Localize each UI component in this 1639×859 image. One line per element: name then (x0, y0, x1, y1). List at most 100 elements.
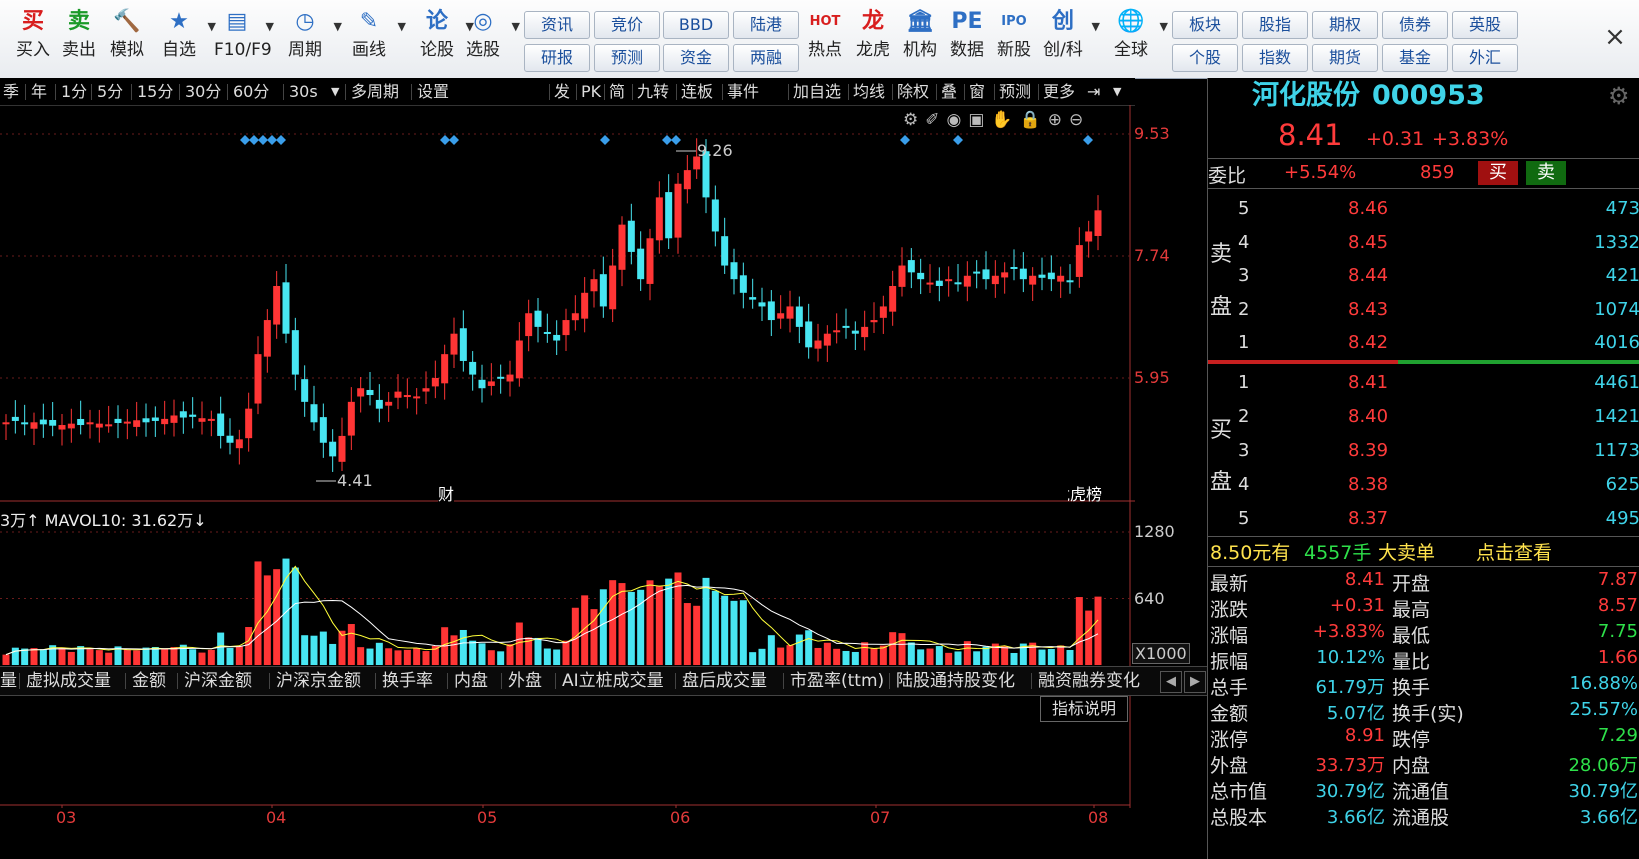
chevron-down-icon[interactable]: ▼ (398, 20, 406, 33)
period-right-12[interactable]: 更多 (1040, 78, 1078, 105)
period-right-10[interactable]: 窗 (966, 78, 988, 105)
period-9[interactable]: 设置 (414, 78, 452, 105)
indicator-tab-8[interactable]: AI立桩成交量 (562, 667, 664, 695)
indicator-tab-1[interactable]: 虚拟成交量 (26, 667, 111, 695)
indicator-tab-12[interactable]: 融资融券变化 (1038, 667, 1140, 695)
indicator-tab-6[interactable]: 内盘 (454, 667, 488, 695)
event-marker[interactable] (953, 135, 963, 145)
indicator-tab-7[interactable]: 外盘 (508, 667, 542, 695)
period-right-5[interactable]: 事件 (724, 78, 762, 105)
chevron-down-icon[interactable]: ▼ (1110, 78, 1124, 105)
indicator-tab-0[interactable]: 量 (0, 667, 17, 695)
period-right-4[interactable]: 连板 (678, 78, 716, 105)
period-1[interactable]: 年 (28, 78, 50, 105)
big-order-view-link[interactable]: 点击查看 (1476, 538, 1552, 565)
bid-price[interactable]: 8.38 (1348, 474, 1388, 495)
global-tool[interactable]: 🌐 全球 ▼ (1108, 4, 1168, 60)
finance-marker[interactable]: 财 (438, 481, 455, 505)
event-marker[interactable] (1083, 135, 1093, 145)
buy-tool[interactable]: 买买入 (10, 4, 56, 60)
ask-price[interactable]: 8.46 (1348, 198, 1388, 219)
discuss-tool[interactable]: 论论股 ▼ (414, 4, 474, 60)
btn-2-bottom[interactable]: 资金 (663, 44, 729, 72)
settings-icon[interactable]: ⚙ (903, 110, 925, 130)
institution-tool[interactable]: 🏛 机构 (897, 4, 943, 60)
event-marker[interactable] (258, 135, 268, 145)
indicator-tab-3[interactable]: 沪深金额 (184, 667, 252, 695)
period-6[interactable]: 60分 (230, 78, 272, 105)
market-btn-3-bottom[interactable]: 基金 (1382, 44, 1448, 72)
chart-area[interactable] (0, 105, 1135, 808)
period-right-0[interactable]: 发 (551, 78, 573, 105)
period-0[interactable]: 季 (0, 78, 22, 105)
dragon-tiger-marker[interactable]: 龙虎榜 (1068, 481, 1102, 505)
event-marker[interactable] (600, 135, 610, 145)
period-4[interactable]: 15分 (134, 78, 176, 105)
bid-price[interactable]: 8.37 (1348, 508, 1388, 529)
pen-icon[interactable]: ✐ (925, 110, 946, 130)
indicator-tab-10[interactable]: 市盈率(ttm) (790, 667, 884, 695)
event-marker[interactable] (240, 135, 250, 145)
period-8[interactable]: 多周期 (348, 78, 402, 105)
bid-price[interactable]: 8.40 (1348, 406, 1388, 427)
hot-tool[interactable]: HOT 热点 (802, 4, 848, 60)
stock-pick-tool[interactable]: ◎ 选股 ▼ (460, 4, 520, 60)
btn-1-bottom[interactable]: 预测 (594, 44, 660, 72)
zoom-out-icon[interactable]: ⊖ (1069, 110, 1090, 130)
indicator-tab-5[interactable]: 换手率 (382, 667, 433, 695)
event-marker[interactable] (900, 135, 910, 145)
gem-tool[interactable]: 创创/科 ▼ (1040, 4, 1100, 60)
event-marker[interactable] (440, 135, 450, 145)
hand-icon[interactable]: ✋ (991, 110, 1019, 130)
zoom-in-icon[interactable]: ⊕ (1048, 110, 1069, 130)
market-btn-1-bottom[interactable]: 指数 (1242, 44, 1308, 72)
event-marker[interactable] (276, 135, 286, 145)
lock-icon[interactable]: 🔒 (1020, 110, 1048, 130)
watchlist-tool[interactable]: ★ 自选 ▼ (156, 4, 216, 60)
simulate-tool[interactable]: 🔨 模拟 (104, 4, 150, 60)
chevron-down-icon[interactable]: ▼ (334, 20, 342, 33)
period-right-7[interactable]: 均线 (850, 78, 888, 105)
period-right-6[interactable]: 加自选 (790, 78, 844, 105)
chevron-down-icon[interactable]: ▼ (1092, 20, 1100, 33)
period-right-9[interactable]: 叠 (938, 78, 960, 105)
bid-price[interactable]: 8.39 (1348, 440, 1388, 461)
period-7[interactable]: 30s (286, 78, 321, 105)
market-btn-3-top[interactable]: 债券 (1382, 11, 1448, 39)
sell-tool[interactable]: 卖卖出 (56, 4, 102, 60)
indicator-tab-9[interactable]: 盘后成交量 (682, 667, 767, 695)
eye-icon[interactable]: ◉ (947, 110, 969, 130)
event-marker[interactable] (267, 135, 277, 145)
scroll-left-icon[interactable]: ◀ (1160, 671, 1182, 693)
indicator-tab-2[interactable]: 金额 (132, 667, 166, 695)
period-right-2[interactable]: 简 (606, 78, 628, 105)
period-tool[interactable]: ◷ 周期 ▼ (282, 4, 342, 60)
collapse-icon[interactable]: ⇥ (1084, 78, 1103, 105)
period-2[interactable]: 1分 (58, 78, 90, 105)
ask-price[interactable]: 8.45 (1348, 232, 1388, 253)
market-btn-2-bottom[interactable]: 期货 (1312, 44, 1378, 72)
quick-sell-button[interactable]: 卖 (1526, 161, 1566, 185)
btn-2-top[interactable]: BBD (663, 11, 729, 39)
btn-0-top[interactable]: 资讯 (524, 11, 590, 39)
event-marker[interactable] (249, 135, 259, 145)
f10-tool[interactable]: ▤ F10/F9 ▼ (214, 4, 274, 60)
market-btn-2-top[interactable]: 期权 (1312, 11, 1378, 39)
ask-price[interactable]: 8.43 (1348, 299, 1388, 320)
box-icon[interactable]: ▣ (968, 110, 991, 130)
data-tool[interactable]: PE 数据 (944, 4, 990, 60)
indicator-help-button[interactable]: 指标说明 (1040, 696, 1128, 722)
period-right-3[interactable]: 九转 (634, 78, 672, 105)
market-btn-4-top[interactable]: 英股 (1452, 11, 1518, 39)
period-right-1[interactable]: PK (578, 78, 604, 105)
btn-3-top[interactable]: 陆港 (733, 11, 799, 39)
event-marker[interactable] (671, 135, 681, 145)
chevron-down-icon[interactable]: ▼ (328, 78, 342, 105)
scroll-right-icon[interactable]: ▶ (1184, 671, 1206, 693)
chevron-down-icon[interactable]: ▼ (266, 20, 274, 33)
btn-0-bottom[interactable]: 研报 (524, 44, 590, 72)
event-marker[interactable] (449, 135, 459, 145)
close-icon[interactable]: × (1600, 22, 1630, 52)
event-marker[interactable] (662, 135, 672, 145)
btn-1-top[interactable]: 竞价 (594, 11, 660, 39)
